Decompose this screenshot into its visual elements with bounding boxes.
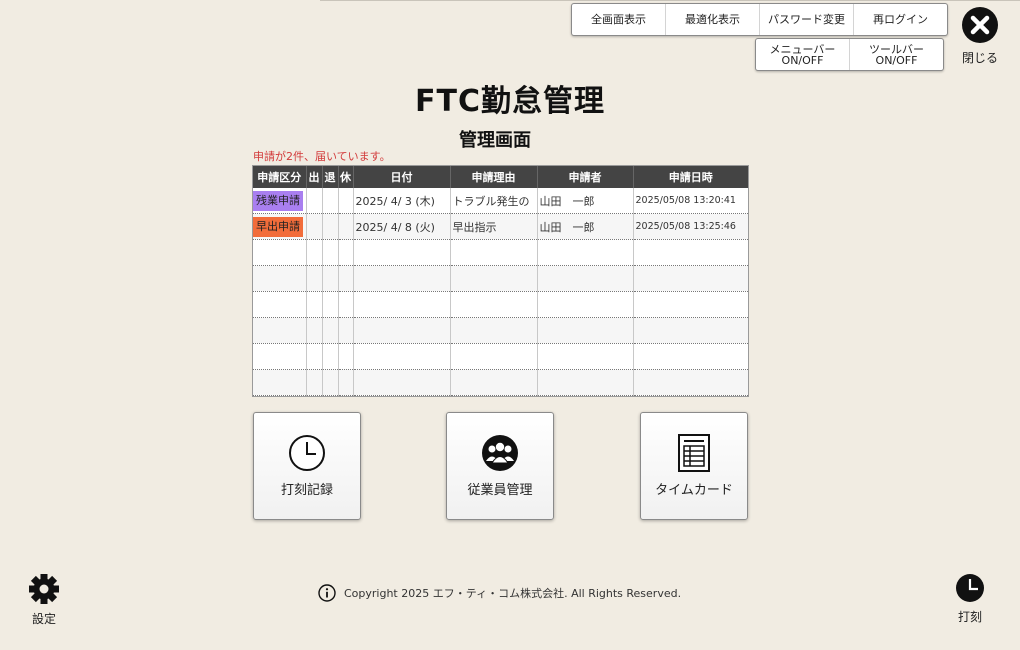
header-type: 申請区分 — [253, 166, 307, 188]
applicant-cell: 山田 一郎 — [537, 188, 634, 214]
table-row-empty — [253, 343, 748, 370]
menubar-toggle-label: メニューバー — [769, 42, 836, 56]
table-row[interactable]: 残業申請 2025/ 4/ 3 (木) トラブル発生の 山田 一郎 2025/0… — [253, 188, 748, 214]
close-circle-icon — [962, 7, 998, 43]
table-header-row: 申請区分 出 退 休 日付 申請理由 申請者 申請日時 — [253, 166, 748, 188]
header-leave: 退 — [322, 166, 339, 188]
reason-cell: トラブル発生の — [450, 188, 538, 214]
copyright-footer: Copyright 2025 エフ・ティ・コム株式会社. All Rights … — [318, 584, 681, 602]
table-row-empty — [253, 265, 748, 292]
table-row-empty — [253, 239, 748, 266]
window-toolbar: 全画面表示 最適化表示 パスワード変更 再ログイン — [571, 3, 948, 36]
view-toolbar: メニューバー ON/OFF ツールバーON/OFF — [755, 38, 944, 71]
header-out: 出 — [306, 166, 323, 188]
employee-management-label: 従業員管理 — [467, 483, 533, 498]
copyright-text: Copyright 2025 エフ・ティ・コム株式会社. All Rights … — [344, 587, 682, 600]
menubar-toggle-state: ON/OFF — [781, 53, 824, 67]
timecard-button[interactable]: タイムカード — [640, 412, 748, 520]
menubar-toggle-button[interactable]: メニューバー ON/OFF — [756, 39, 850, 70]
rest-cell — [338, 188, 354, 214]
reason-cell: 早出指示 — [450, 213, 538, 240]
leave-cell — [322, 188, 339, 214]
type-badge: 早出申請 — [253, 216, 303, 237]
notification-text: 申請が2件、届いています。 — [253, 150, 391, 163]
maximize-button[interactable]: 最適化表示 — [666, 4, 760, 35]
applicant-cell: 山田 一郎 — [537, 213, 634, 240]
datetime-cell: 2025/05/08 13:20:41 — [633, 188, 748, 214]
gear-icon — [29, 574, 59, 604]
table-row-empty — [253, 317, 748, 344]
header-rest: 休 — [338, 166, 354, 188]
header-applicant: 申請者 — [537, 166, 634, 188]
header-reason: 申請理由 — [450, 166, 538, 188]
timecard-label: タイムカード — [655, 483, 733, 498]
people-group-icon — [482, 435, 518, 471]
date-cell: 2025/ 4/ 8 (火) — [353, 213, 451, 240]
rest-cell — [338, 213, 354, 240]
out-cell — [306, 188, 323, 214]
type-badge: 残業申請 — [253, 190, 303, 211]
close-button[interactable]: 閉じる — [958, 6, 1002, 66]
top-divider — [320, 0, 1020, 1]
employee-management-button[interactable]: 従業員管理 — [446, 412, 554, 520]
fullscreen-button[interactable]: 全画面表示 — [572, 4, 666, 35]
table-row[interactable]: 早出申請 2025/ 4/ 8 (火) 早出指示 山田 一郎 2025/05/0… — [253, 213, 748, 240]
timestamp-record-button[interactable]: 打刻記録 — [253, 412, 361, 520]
change-password-button[interactable]: パスワード変更 — [760, 4, 854, 35]
toolbar-toggle-button[interactable]: ツールバーON/OFF — [850, 39, 943, 70]
timestamp-record-label: 打刻記録 — [280, 483, 333, 498]
leave-cell — [322, 213, 339, 240]
table-row-empty — [253, 291, 748, 318]
settings-button[interactable]: 設定 — [24, 573, 64, 627]
header-datetime: 申請日時 — [633, 166, 748, 188]
settings-label: 設定 — [31, 612, 56, 626]
header-date: 日付 — [353, 166, 451, 188]
info-icon — [318, 584, 336, 602]
date-cell: 2025/ 4/ 3 (木) — [353, 188, 451, 214]
table-row-empty — [253, 369, 748, 396]
out-cell — [306, 213, 323, 240]
punch-label: 打刻 — [957, 610, 982, 624]
punch-button[interactable]: 打刻 — [950, 573, 990, 625]
app-title: FTC勤怠管理 — [415, 84, 605, 119]
clock-icon — [289, 435, 325, 471]
close-label: 閉じる — [961, 51, 998, 65]
timecard-icon — [678, 434, 710, 472]
clock-icon — [956, 574, 984, 602]
datetime-cell: 2025/05/08 13:25:46 — [633, 213, 748, 240]
application-table: 申請区分 出 退 休 日付 申請理由 申請者 申請日時 残業申請 2025/ 4… — [252, 165, 749, 397]
relogin-button[interactable]: 再ログイン — [854, 4, 947, 35]
